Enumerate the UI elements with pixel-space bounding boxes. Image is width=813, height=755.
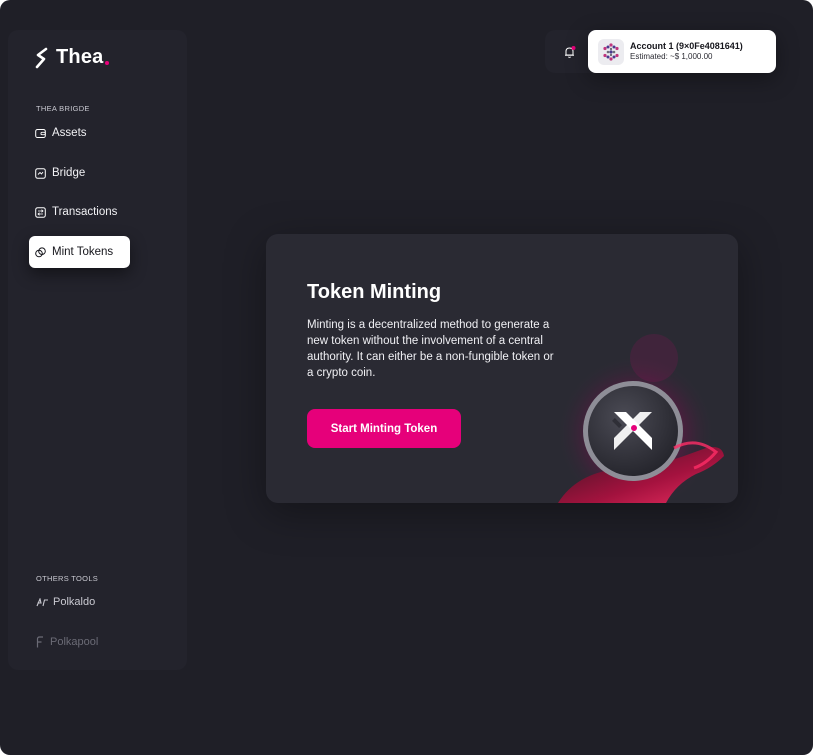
account-chip[interactable]: Account 1 (9×0Fe4081641) Estimated: ~$ 1… [588, 30, 776, 73]
bell-icon [565, 45, 576, 58]
bridge-icon [35, 167, 46, 179]
sidebar-item-label: Assets [52, 127, 87, 139]
tool-item-polkaldo[interactable]: Polkaldo [36, 596, 95, 608]
card-description: Minting is a decentralized method to gen… [307, 319, 554, 379]
coin-hand-illustration [556, 334, 724, 503]
tool-item-polkapool[interactable]: Polkapool [36, 636, 98, 648]
card-title: Token Minting [307, 281, 442, 303]
sidebar-item-assets[interactable]: Assets [29, 117, 97, 149]
sidebar-item-bridge[interactable]: Bridge [29, 157, 95, 189]
account-identicon-icon [603, 42, 619, 61]
wallet-icon [35, 128, 46, 139]
sidebar-item-label: Bridge [52, 167, 86, 179]
thea-logo-icon [35, 47, 48, 68]
sidebar-item-label: Mint Tokens [52, 246, 114, 258]
mint-icon [35, 246, 46, 258]
start-minting-button[interactable]: Start Minting Token [307, 409, 461, 448]
app-window: Thea THEA BRIGDE Assets Bridge Transacti… [0, 0, 813, 755]
brand-logo[interactable]: Thea [35, 46, 110, 69]
brand-dot [105, 60, 110, 65]
sidebar: Thea THEA BRIGDE Assets Bridge Transacti… [8, 30, 187, 670]
avatar [598, 38, 624, 65]
transactions-icon [35, 206, 46, 218]
section-label-tools: OTHERS TOOLS [36, 574, 99, 583]
account-name: Account 1 (9×0Fe4081641) [630, 41, 743, 51]
polkapool-icon [36, 636, 44, 648]
sidebar-item-label: Transactions [52, 206, 118, 218]
tool-item-label: Polkapool [50, 636, 99, 648]
section-label-bridge: THEA BRIGDE [36, 104, 90, 113]
account-estimated-balance: Estimated: ~$ 1,000.00 [630, 52, 713, 61]
sidebar-item-transactions[interactable]: Transactions [29, 196, 127, 228]
brand-name: Thea [56, 46, 104, 68]
token-minting-card: Token Minting Minting is a decentralized… [266, 234, 738, 503]
tool-item-label: Polkaldo [53, 596, 96, 608]
sidebar-item-mint-tokens[interactable]: Mint Tokens [29, 236, 130, 268]
polkaldo-icon [36, 597, 50, 607]
